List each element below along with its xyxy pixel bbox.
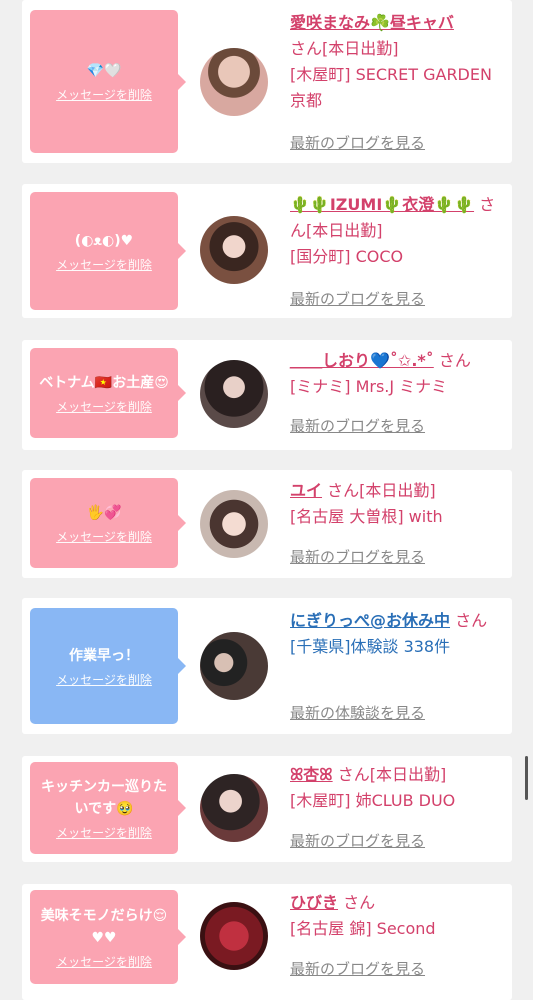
message-bubble: (◐ᴥ◐)♥ メッセージを削除 (30, 192, 186, 310)
shop-text: [国分町] COCO (290, 247, 404, 266)
name-link[interactable]: ＿＿しおり💙˚✩.*˚ (290, 351, 434, 370)
message-bubble: 美味そモノだらけ😌♥♥ メッセージを削除 (30, 890, 186, 984)
status-text: [本日出勤] (306, 221, 383, 240)
name-suffix: さん (327, 481, 360, 500)
shop-text: [千葉県]体験談 338件 (290, 637, 451, 656)
avatar[interactable] (200, 360, 268, 428)
message-bubble: キッチンカー巡りたいです🥹 メッセージを削除 (30, 762, 186, 854)
status-text: [本日出勤] (359, 481, 436, 500)
shop-text: [木屋町] 姉CLUB DUO (290, 791, 456, 810)
message-card: 🖐💞 メッセージを削除 ユイ さん[本日出勤] [名古屋 大曽根] with 最… (22, 470, 512, 578)
profile-info: ひびき さん [名古屋 錦] Second (290, 890, 504, 942)
name-link[interactable]: ꕤ杏ꕤ (290, 765, 333, 784)
name-suffix: さん (455, 611, 488, 630)
name-link[interactable]: ユイ (290, 481, 322, 500)
message-text: 作業早っ！ (69, 647, 139, 664)
name-link[interactable]: 🌵🌵IZUMI🌵衣澄🌵🌵 (290, 195, 474, 214)
avatar[interactable] (200, 216, 268, 284)
profile-info: 🌵🌵IZUMI🌵衣澄🌵🌵 さん[本日出勤] [国分町] COCO (290, 192, 504, 270)
name-suffix: さん (438, 351, 471, 370)
message-text: 🖐💞 (86, 504, 122, 521)
message-bubble: 作業早っ！ メッセージを削除 (30, 608, 186, 724)
message-text: ベトナム🇻🇳お土産😍 (39, 374, 169, 391)
profile-info: ユイ さん[本日出勤] [名古屋 大曽根] with (290, 478, 504, 530)
name-link[interactable]: ひびき (290, 893, 338, 912)
message-card: 💎🤍 メッセージを削除 愛咲まなみ☘️昼キャバ さん[本日出勤] [木屋町] S… (22, 0, 512, 163)
name-link[interactable]: 愛咲まなみ☘️昼キャバ (290, 13, 454, 32)
avatar[interactable] (200, 490, 268, 558)
message-card: 作業早っ！ メッセージを削除 にぎりっぺ@お休み中 さん [千葉県]体験談 33… (22, 598, 512, 734)
scrollbar[interactable] (525, 756, 528, 800)
blog-link[interactable]: 最新のブログを見る (290, 546, 425, 567)
shop-text: [ミナミ] Mrs.J ミナミ (290, 377, 448, 396)
delete-message-link[interactable]: メッセージを削除 (56, 824, 152, 841)
delete-message-link[interactable]: メッセージを削除 (56, 86, 152, 103)
profile-info: ＿＿しおり💙˚✩.*˚ さん [ミナミ] Mrs.J ミナミ (290, 348, 504, 400)
delete-message-link[interactable]: メッセージを削除 (56, 671, 152, 688)
message-card: 美味そモノだらけ😌♥♥ メッセージを削除 ひびき さん [名古屋 錦] Seco… (22, 884, 512, 1000)
delete-message-link[interactable]: メッセージを削除 (56, 953, 152, 970)
avatar[interactable] (200, 48, 268, 116)
status-text: [本日出勤] (322, 39, 399, 58)
blog-link[interactable]: 最新のブログを見る (290, 415, 425, 436)
message-text: (◐ᴥ◐)♥ (74, 232, 134, 249)
name-suffix: さん (337, 765, 370, 784)
message-card: キッチンカー巡りたいです🥹 メッセージを削除 ꕤ杏ꕤ さん[本日出勤] [木屋町… (22, 756, 512, 862)
profile-info: ꕤ杏ꕤ さん[本日出勤] [木屋町] 姉CLUB DUO (290, 762, 504, 814)
blog-link[interactable]: 最新のブログを見る (290, 132, 425, 153)
avatar[interactable] (200, 632, 268, 700)
message-text: キッチンカー巡りたいです🥹 (41, 778, 167, 817)
message-card: (◐ᴥ◐)♥ メッセージを削除 🌵🌵IZUMI🌵衣澄🌵🌵 さん[本日出勤] [国… (22, 184, 512, 318)
name-link[interactable]: にぎりっぺ@お休み中 (290, 611, 450, 630)
blog-link[interactable]: 最新のブログを見る (290, 830, 425, 851)
blog-link[interactable]: 最新のブログを見る (290, 288, 425, 309)
review-link[interactable]: 最新の体験談を見る (290, 702, 425, 723)
blog-link[interactable]: 最新のブログを見る (290, 958, 425, 979)
delete-message-link[interactable]: メッセージを削除 (56, 528, 152, 545)
avatar[interactable] (200, 902, 268, 970)
delete-message-link[interactable]: メッセージを削除 (56, 398, 152, 415)
status-text: [本日出勤] (369, 765, 447, 784)
message-card: ベトナム🇻🇳お土産😍 メッセージを削除 ＿＿しおり💙˚✩.*˚ さん [ミナミ]… (22, 340, 512, 450)
name-suffix: さん (343, 893, 376, 912)
shop-text: [名古屋 大曽根] with (290, 507, 443, 526)
shop-text: [名古屋 錦] Second (290, 919, 436, 938)
delete-message-link[interactable]: メッセージを削除 (56, 256, 152, 273)
message-text: 💎🤍 (86, 63, 122, 79)
message-bubble: 🖐💞 メッセージを削除 (30, 478, 186, 568)
message-text: 美味そモノだらけ😌♥♥ (40, 907, 168, 946)
avatar[interactable] (200, 774, 268, 842)
message-bubble: ベトナム🇻🇳お土産😍 メッセージを削除 (30, 348, 186, 438)
name-suffix: さん (290, 39, 323, 58)
message-bubble: 💎🤍 メッセージを削除 (30, 10, 186, 153)
profile-info: にぎりっぺ@お休み中 さん [千葉県]体験談 338件 (290, 608, 504, 660)
profile-info: 愛咲まなみ☘️昼キャバ さん[本日出勤] [木屋町] SECRET GARDEN… (290, 10, 504, 114)
shop-text: [木屋町] SECRET GARDEN 京都 (290, 65, 492, 110)
